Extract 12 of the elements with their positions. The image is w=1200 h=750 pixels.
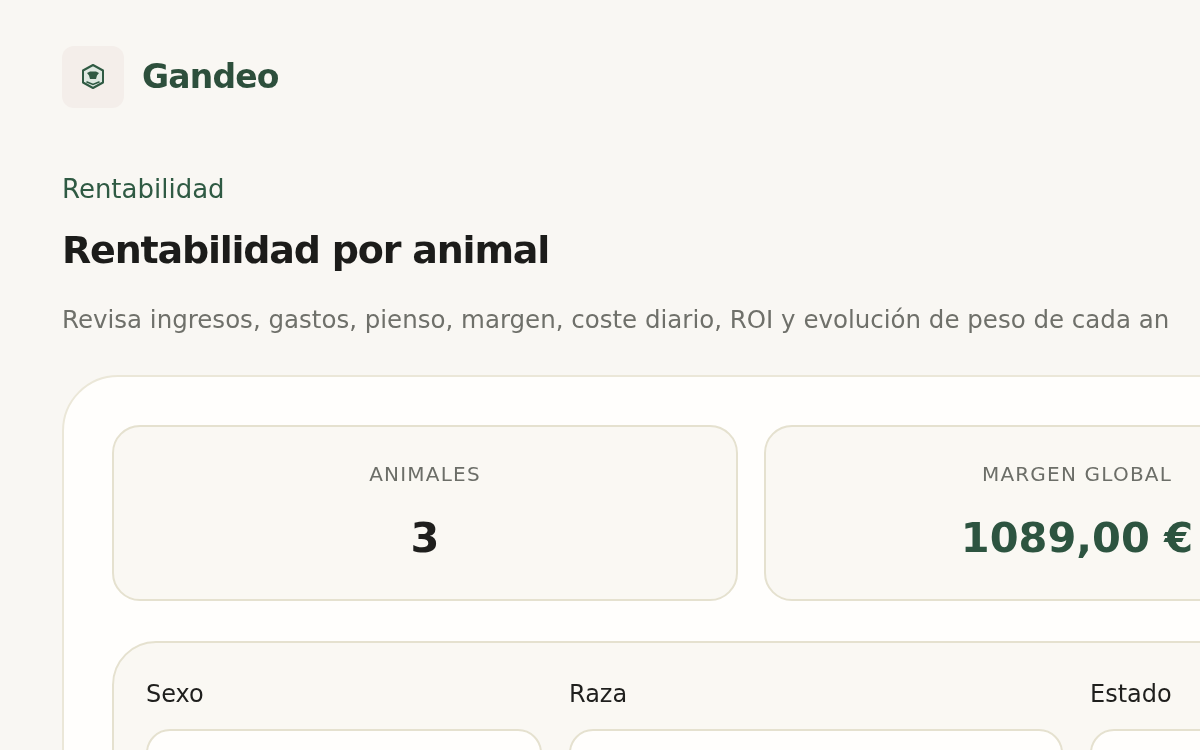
brand-name: Gandeo [142, 57, 279, 97]
page-title: Rentabilidad por animal [62, 227, 550, 274]
filter-label: Raza [569, 679, 628, 709]
section-eyebrow: Rentabilidad [62, 174, 225, 204]
stat-label: ANIMALES [369, 462, 481, 486]
page-subtitle: Revisa ingresos, gastos, pienso, margen, coste diario, ROI y evolución de peso de cada an [62, 305, 1170, 335]
stat-label: MARGEN GLOBAL [981, 462, 1173, 486]
filter-label: Estado [1090, 679, 1172, 709]
stat-value: 1089,00 € [960, 512, 1194, 564]
stat-value: 3 [410, 512, 440, 564]
filter-label: Sexo [146, 679, 204, 709]
logo-icon [62, 46, 124, 108]
